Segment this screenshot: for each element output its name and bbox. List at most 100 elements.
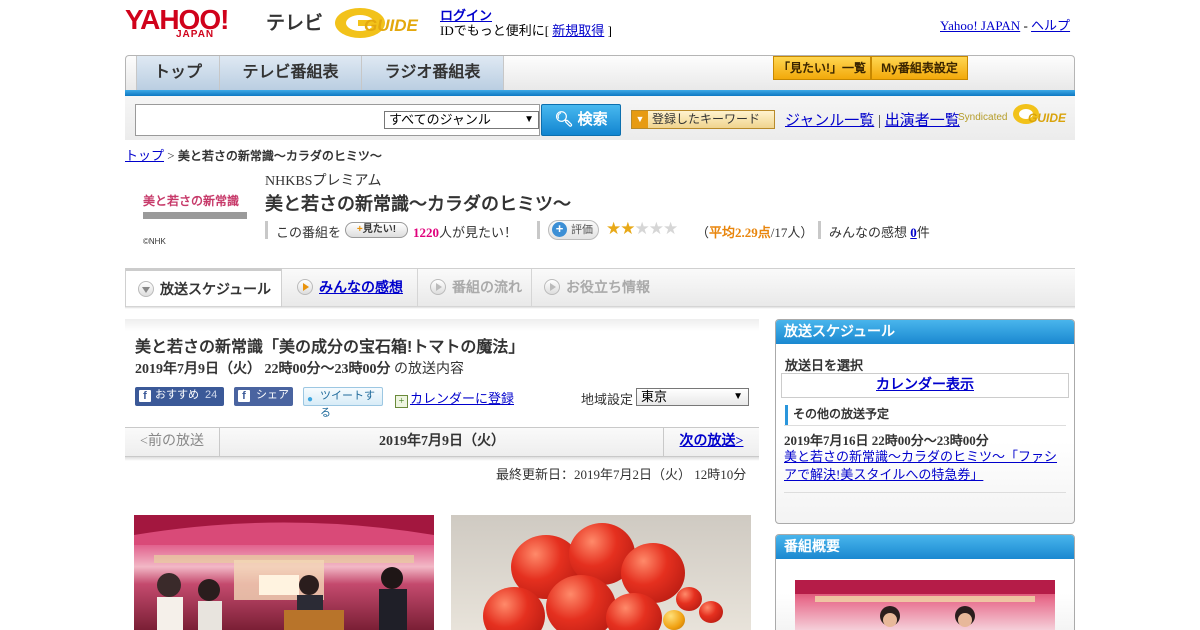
region-select[interactable]: 東京 ▼ bbox=[636, 388, 749, 406]
registered-keywords-label: 登録したキーワード bbox=[652, 112, 761, 126]
episode-datetime: 2019年7月9日（火） 22時00分～23時00分 bbox=[135, 362, 391, 377]
nav-tab-tv-listings[interactable]: テレビ番組表 bbox=[220, 56, 362, 91]
triangle-down-icon: ▼ bbox=[632, 111, 648, 128]
calendar-show-button[interactable]: カレンダー表示 bbox=[781, 373, 1069, 398]
dropdown-arrow-icon: ▼ bbox=[524, 114, 534, 125]
plus-icon: + bbox=[552, 222, 567, 237]
tweet-button[interactable]: ● ツイートする bbox=[303, 387, 383, 419]
yahoo-japan-link[interactable]: Yahoo! JAPAN bbox=[940, 18, 1020, 33]
yahoo-japan-logo-text: JAPAN bbox=[176, 29, 215, 40]
star-icon: ★ bbox=[620, 219, 635, 238]
dropdown-arrow-icon: ▼ bbox=[733, 391, 743, 402]
other-broadcast-time: 2019年7月16日 22時00分～23時00分 bbox=[784, 433, 989, 448]
program-logo: 美と若さの新常識 bbox=[143, 194, 240, 208]
program-title: 美と若さの新常識～カラダのヒミツ～ bbox=[265, 194, 571, 214]
facebook-share-button[interactable]: f シェア bbox=[234, 387, 293, 406]
facebook-recommend-count: 24 bbox=[205, 389, 218, 401]
episode-time-suffix: の放送内容 bbox=[394, 362, 464, 377]
tab-label: 放送スケジュール bbox=[160, 281, 272, 297]
rating-average: 平均2.29点 bbox=[709, 225, 771, 240]
nav-tab-radio-listings[interactable]: ラジオ番組表 bbox=[362, 56, 504, 91]
gguide-logo-text: GUIDE bbox=[364, 16, 419, 35]
rate-button[interactable]: + 評価 bbox=[548, 220, 599, 240]
login-note-suffix: ] bbox=[607, 23, 612, 38]
other-broadcast-link[interactable]: 美と若さの新常識～カラダのヒミツ～「ファシアで解決!美スタイルへの特急券」 bbox=[784, 448, 1064, 484]
divider bbox=[784, 492, 1066, 493]
day-nav-shadow bbox=[125, 457, 759, 461]
calendar-register-link[interactable]: + カレンダーに登録 bbox=[395, 388, 514, 408]
signup-link[interactable]: 新規取得 bbox=[552, 23, 604, 38]
star-empty-icon: ★ bbox=[634, 219, 650, 238]
search-button[interactable]: 🔍︎ 検索 bbox=[541, 104, 621, 136]
mitai-prefix: この番組を bbox=[276, 225, 342, 240]
login-note-prefix: IDでもっと便利に[ bbox=[440, 23, 550, 38]
divider bbox=[784, 425, 1066, 426]
star-rating: ★★★★★ bbox=[606, 219, 678, 239]
syndicated-label: Syndicated bbox=[958, 112, 1008, 123]
next-broadcast-link[interactable]: 次の放送> bbox=[663, 428, 759, 456]
star-empty-icon: ★ bbox=[663, 219, 678, 238]
my-listings-settings-button[interactable]: My番組表設定 bbox=[871, 56, 968, 80]
breadcrumb-separator: > bbox=[167, 148, 175, 163]
divider bbox=[818, 221, 821, 239]
top-right-links: Yahoo! JAPAN - ヘルプ bbox=[940, 15, 1070, 34]
mitai-list-button[interactable]: 「見たい!」一覧 bbox=[773, 56, 871, 80]
tab-broadcast-schedule[interactable]: 放送スケジュール bbox=[125, 268, 282, 307]
login-note: IDでもっと便利に[ 新規取得 ] bbox=[440, 20, 612, 39]
mitai-count-text: 1220人が見たい！ bbox=[413, 222, 517, 241]
previous-broadcast-button: <前の放送 bbox=[125, 428, 220, 456]
registered-keywords-button[interactable]: ▼ 登録したキーワード bbox=[631, 110, 775, 129]
nav-tab-top[interactable]: トップ bbox=[136, 56, 220, 91]
search-links: ジャンル一覧 | 出演者一覧 bbox=[785, 109, 960, 130]
select-date-label: 放送日を選択 bbox=[785, 358, 864, 373]
performer-list-link[interactable]: 出演者一覧 bbox=[885, 113, 960, 129]
schedule-panel-title: 放送スケジュール bbox=[776, 320, 1074, 344]
gguide-syndicated-logo-text: GUIDE bbox=[1028, 111, 1067, 125]
gguide-logo[interactable]: GUIDE bbox=[334, 6, 432, 40]
help-link[interactable]: ヘルプ bbox=[1031, 18, 1070, 33]
tab-label: 番組の流れ bbox=[452, 279, 522, 295]
region-select-value: 東京 bbox=[641, 389, 668, 404]
star-icon: ★ bbox=[606, 219, 621, 238]
tv-logo-text[interactable]: テレビ bbox=[266, 8, 323, 35]
studio-photo-illustration bbox=[134, 515, 434, 630]
search-icon: 🔍︎ bbox=[554, 111, 574, 128]
genre-select-value: すべてのジャンル bbox=[389, 112, 491, 127]
program-logo-credit: ©NHK bbox=[143, 237, 166, 246]
breadcrumb-current: 美と若さの新常識～カラダのヒミツ～ bbox=[177, 149, 382, 163]
program-summary-photo bbox=[795, 580, 1055, 630]
program-summary-title: 番組概要 bbox=[776, 535, 1074, 559]
summary-photo-illustration bbox=[795, 580, 1055, 627]
current-broadcast-date: 2019年7月9日（火） bbox=[379, 434, 505, 449]
rate-button-label: 評価 bbox=[571, 224, 593, 236]
genre-list-link[interactable]: ジャンル一覧 bbox=[785, 113, 874, 129]
facebook-recommend-button[interactable]: f おすすめ 24 bbox=[135, 387, 224, 406]
global-nav: トップ テレビ番組表 ラジオ番組表 「見たい!」一覧 My番組表設定 bbox=[125, 55, 1075, 91]
cherry-tomato-shape bbox=[699, 601, 723, 623]
other-broadcasts-heading: その他の放送予定 bbox=[785, 405, 1065, 425]
calendar-register-label: カレンダーに登録 bbox=[410, 391, 515, 406]
episode-title: 美と若さの新常識「美の成分の宝石箱!トマトの魔法」 bbox=[135, 339, 525, 356]
play-arrow-icon bbox=[544, 279, 560, 295]
tomato-photo[interactable] bbox=[451, 515, 751, 630]
star-empty-icon: ★ bbox=[648, 219, 664, 238]
tab-everyone-impressions[interactable]: みんなの感想 bbox=[285, 269, 415, 306]
kansou-suffix: 件 bbox=[916, 225, 930, 240]
gguide-syndicated-logo: GUIDE bbox=[1013, 104, 1067, 125]
mitai-button[interactable]: +見たい! bbox=[345, 222, 408, 238]
link-separator: | bbox=[878, 113, 882, 129]
tweet-label: ツイートする bbox=[320, 390, 375, 419]
facebook-share-label: シェア bbox=[256, 389, 289, 401]
kansou-count-text: みんなの感想 0件 bbox=[829, 222, 930, 241]
mitai-suffix: 人が見たい！ bbox=[439, 225, 518, 240]
facebook-icon: f bbox=[139, 390, 151, 402]
breadcrumb-top-link[interactable]: トップ bbox=[125, 148, 164, 163]
episode-time: 2019年7月9日（火） 22時00分～23時00分 の放送内容 bbox=[135, 358, 464, 378]
cherry-tomato-shape bbox=[663, 610, 685, 630]
mitai-count: 1220 bbox=[413, 225, 439, 240]
program-logo-bar bbox=[143, 212, 247, 219]
studio-photo[interactable] bbox=[134, 515, 434, 630]
broadcast-day-nav: <前の放送 2019年7月9日（火） 次の放送> bbox=[125, 427, 759, 457]
genre-select[interactable]: すべてのジャンル ▼ bbox=[384, 111, 539, 129]
channel-name: NHKBSプレミアム bbox=[265, 174, 382, 189]
